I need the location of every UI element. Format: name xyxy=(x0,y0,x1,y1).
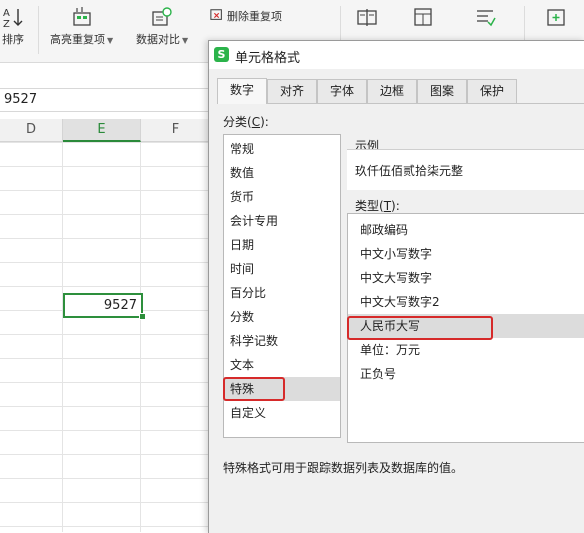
category-list[interactable]: 常规 数值 货币 会计专用 日期 时间 百分比 分数 科学记数 文本 特殊 自定… xyxy=(223,134,341,438)
sample-preview: 玖仟伍佰贰拾柒元整 xyxy=(347,149,584,190)
sort-button[interactable]: A Z 排序 xyxy=(2,6,24,47)
fill-button[interactable] xyxy=(412,6,434,31)
delete-duplicates-icon xyxy=(210,9,222,20)
category-label: 分类(C): xyxy=(223,115,269,129)
category-item-date[interactable]: 日期 xyxy=(224,233,340,257)
svg-text:Z: Z xyxy=(3,19,10,28)
active-cell-value: 9527 xyxy=(103,298,137,313)
type-item-chinese-upper-2[interactable]: 中文大写数字2 xyxy=(348,290,584,314)
delete-duplicates-button[interactable]: 删除重复项 xyxy=(210,8,282,24)
tab-protection[interactable]: 保护 xyxy=(467,79,517,103)
tab-alignment[interactable]: 对齐 xyxy=(267,79,317,103)
grid-column-line xyxy=(62,142,63,532)
text-to-columns-button[interactable] xyxy=(356,6,378,31)
sort-az-icon: A Z xyxy=(3,8,23,28)
data-compare-label: 数据对比 xyxy=(136,33,180,46)
insert-dropdown-icon xyxy=(547,9,565,26)
data-compare-button[interactable]: 数据对比 ▼ xyxy=(136,6,188,47)
text-to-columns-icon xyxy=(357,9,377,26)
category-item-general[interactable]: 常规 xyxy=(224,137,340,161)
category-item-number[interactable]: 数值 xyxy=(224,161,340,185)
type-item-postal-code[interactable]: 邮政编码 xyxy=(348,218,584,242)
category-item-time[interactable]: 时间 xyxy=(224,257,340,281)
category-item-text[interactable]: 文本 xyxy=(224,353,340,377)
fill-handle[interactable] xyxy=(139,313,146,320)
valid-data-icon xyxy=(477,10,496,27)
tab-panel-border xyxy=(217,103,584,104)
chevron-down-icon: ▼ xyxy=(107,36,114,45)
tab-font[interactable]: 字体 xyxy=(317,79,367,103)
tab-number[interactable]: 数字 xyxy=(217,78,267,104)
format-description: 特殊格式可用于跟踪数据列表及数据库的值。 xyxy=(223,461,464,475)
category-item-scientific[interactable]: 科学记数 xyxy=(224,329,340,353)
highlight-duplicates-label: 高亮重复项 xyxy=(50,33,105,46)
grid-column-line xyxy=(140,142,141,532)
sample-value: 玖仟伍佰贰拾柒元整 xyxy=(355,164,464,178)
type-item-chinese-upper[interactable]: 中文大写数字 xyxy=(348,266,584,290)
ribbon-separator xyxy=(38,6,39,54)
dialog-title: 单元格格式 xyxy=(235,51,301,66)
format-cells-dialog: S 单元格格式 数字 对齐 字体 边框 图案 保护 分类(C): 常规 数值 货… xyxy=(208,40,584,533)
type-item-rmb-upper[interactable]: 人民币大写 xyxy=(348,314,584,338)
type-item-sign[interactable]: 正负号 xyxy=(348,362,584,386)
column-header-d[interactable]: D xyxy=(0,119,63,142)
column-header-f[interactable]: F xyxy=(141,119,211,142)
formula-bar-value: 9527 xyxy=(4,92,38,107)
sheet-grid[interactable] xyxy=(0,142,210,532)
insert-dropdown-button[interactable] xyxy=(545,6,567,31)
highlight-duplicates-button[interactable]: 高亮重复项 ▼ xyxy=(50,6,113,47)
type-item-chinese-lower[interactable]: 中文小写数字 xyxy=(348,242,584,266)
formula-bar[interactable]: 9527 xyxy=(0,88,210,112)
wps-logo-icon: S xyxy=(214,47,229,62)
column-header-e[interactable]: E xyxy=(63,119,141,142)
highlight-duplicates-icon xyxy=(72,7,91,26)
category-item-accounting[interactable]: 会计专用 xyxy=(224,209,340,233)
dialog-titlebar[interactable]: S 单元格格式 xyxy=(209,41,584,69)
category-item-special[interactable]: 特殊 xyxy=(224,377,340,401)
sort-label: 排序 xyxy=(2,33,24,46)
category-item-currency[interactable]: 货币 xyxy=(224,185,340,209)
chevron-down-icon: ▼ xyxy=(182,36,189,45)
valid-data-button[interactable] xyxy=(474,6,496,31)
tab-border[interactable]: 边框 xyxy=(367,79,417,103)
svg-text:A: A xyxy=(3,8,10,19)
data-compare-icon xyxy=(152,7,172,26)
tab-pattern[interactable]: 图案 xyxy=(417,79,467,103)
active-cell[interactable]: 9527 xyxy=(63,293,143,318)
category-item-fraction[interactable]: 分数 xyxy=(224,305,340,329)
type-label: 类型(T): xyxy=(355,199,400,213)
category-item-percentage[interactable]: 百分比 xyxy=(224,281,340,305)
type-list[interactable]: 邮政编码 中文小写数字 中文大写数字 中文大写数字2 人民币大写 单位：万元 正… xyxy=(347,213,584,443)
delete-duplicates-label: 删除重复项 xyxy=(227,10,282,23)
type-item-unit-wan[interactable]: 单位：万元 xyxy=(348,338,584,362)
category-item-custom[interactable]: 自定义 xyxy=(224,401,340,425)
fill-icon xyxy=(414,8,432,26)
